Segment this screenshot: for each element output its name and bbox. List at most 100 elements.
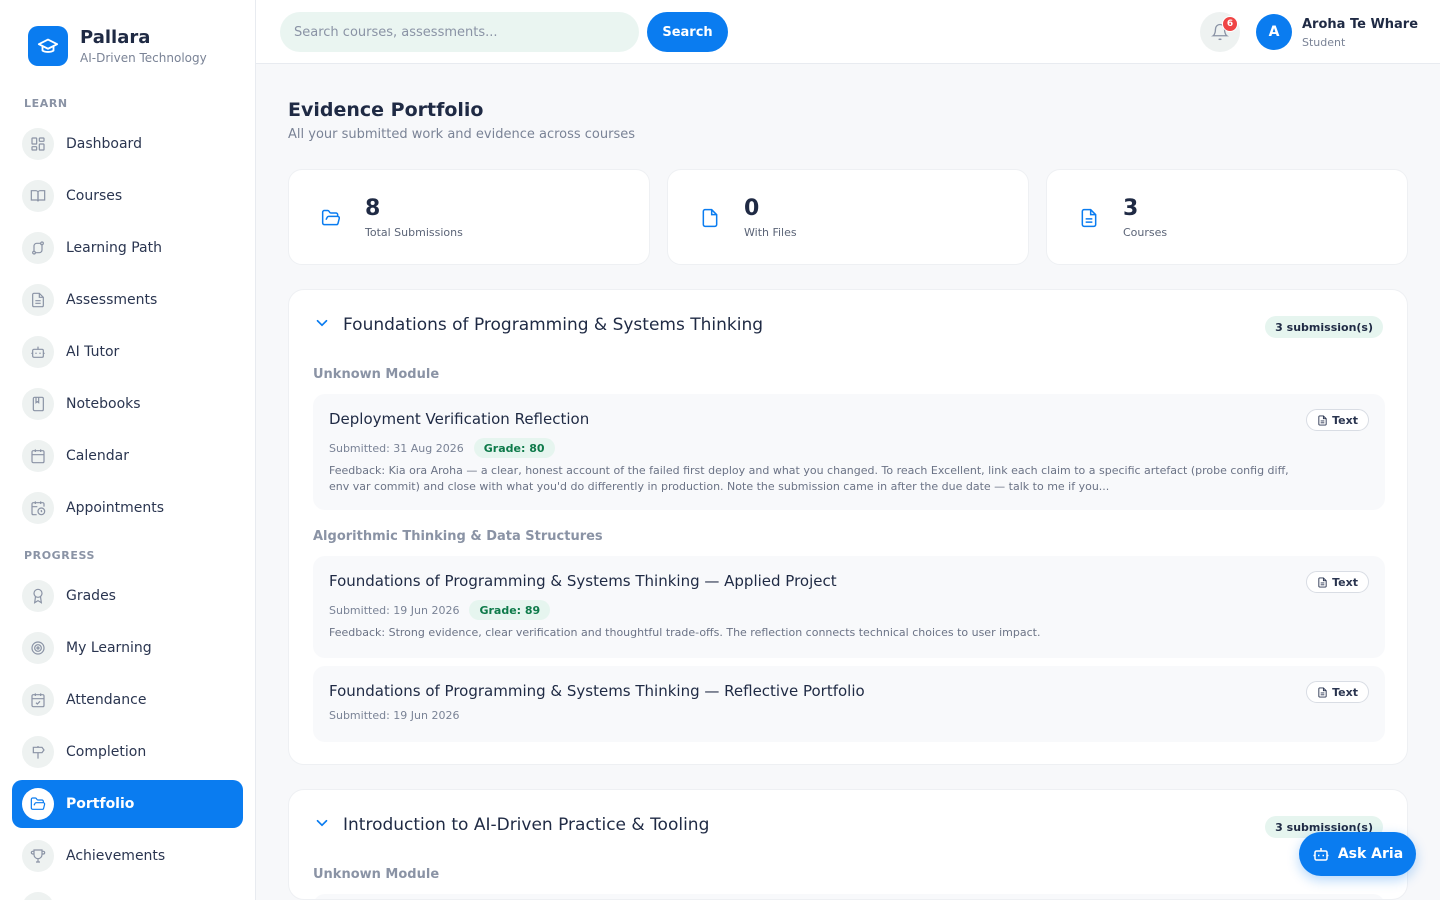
submission-title: Deployment Verification Reflection: [329, 410, 590, 428]
sidebar-item-label: Completion: [66, 744, 147, 760]
sidebar-item-attendance[interactable]: Attendance: [12, 676, 243, 724]
sidebar-item-label: AI Tutor: [66, 344, 120, 360]
grade-badge: Grade: 80: [473, 438, 555, 458]
notifications-button[interactable]: 6: [1200, 12, 1240, 52]
sidebar-item-label: Notebooks: [66, 396, 141, 412]
sidebar-item-learning-path[interactable]: Learning Path: [12, 224, 243, 272]
dashboard-icon: [22, 128, 54, 160]
sidebar-item-more[interactable]: [12, 884, 243, 900]
sidebar-item-label: Attendance: [66, 692, 147, 708]
nav-section-learn: LEARN: [24, 97, 68, 110]
sidebar-item-portfolio[interactable]: Portfolio: [12, 780, 243, 828]
award-icon: [22, 580, 54, 612]
sidebar-item-grades[interactable]: Grades: [12, 572, 243, 620]
stat-label: Courses: [1123, 226, 1168, 239]
stat-value: 0: [744, 196, 760, 221]
sidebar-item-ai-tutor[interactable]: AI Tutor: [12, 328, 243, 376]
brand[interactable]: Pallara AI-Driven Technology: [28, 26, 207, 66]
course-title: Foundations of Programming & Systems Thi…: [343, 315, 764, 335]
submission-feedback: Feedback: Strong evidence, clear verific…: [329, 626, 1041, 639]
submission-feedback: Feedback: Kia ora Aroha — a clear, hones…: [329, 464, 1289, 493]
stat-card-courses: 3 Courses: [1046, 169, 1408, 265]
calendar-check-icon: [22, 684, 54, 716]
book-icon: [22, 180, 54, 212]
type-label: Text: [1332, 413, 1358, 427]
stat-card-with-files: 0 With Files: [667, 169, 1029, 265]
sidebar-item-calendar[interactable]: Calendar: [12, 432, 243, 480]
submission-type-badge[interactable]: Text: [1306, 571, 1369, 593]
page-title: Evidence Portfolio: [288, 99, 484, 121]
stat-label: With Files: [744, 226, 797, 239]
page-subtitle: All your submitted work and evidence acr…: [288, 127, 636, 142]
folder-open-icon: [321, 208, 341, 232]
ask-aria-button[interactable]: Ask Aria: [1299, 832, 1416, 876]
ask-aria-label: Ask Aria: [1337, 846, 1404, 862]
sidebar-item-label: Dashboard: [66, 136, 142, 152]
course-section: Introduction to AI-Driven Practice & Too…: [288, 789, 1408, 900]
sidebar-item-notebooks[interactable]: Notebooks: [12, 380, 243, 428]
stat-card-total-submissions: 8 Total Submissions: [288, 169, 650, 265]
file-icon: [700, 208, 720, 232]
submission-type-badge[interactable]: Text: [1306, 681, 1369, 703]
course-title: Introduction to AI-Driven Practice & Too…: [343, 815, 710, 835]
notebook-icon: [22, 388, 54, 420]
submission-type-badge[interactable]: Text: [1306, 409, 1369, 431]
nav-icon: [22, 892, 54, 900]
sidebar-item-label: Appointments: [66, 500, 165, 516]
submission-item[interactable]: Deployment Verification Reflection Text …: [313, 394, 1385, 510]
file-text-icon: [1318, 686, 1327, 698]
trophy-icon: [22, 840, 54, 872]
course-section: Foundations of Programming & Systems Thi…: [288, 289, 1408, 765]
search-button[interactable]: Search: [647, 12, 728, 52]
stat-label: Total Submissions: [365, 226, 463, 239]
sidebar-item-appointments[interactable]: Appointments: [12, 484, 243, 532]
sidebar-item-label: My Learning: [66, 640, 152, 656]
stat-value: 3: [1123, 196, 1139, 221]
type-label: Text: [1332, 685, 1358, 699]
sidebar-item-label: Grades: [66, 588, 116, 604]
robot-icon: [1313, 848, 1329, 861]
grade-badge: Grade: 89: [469, 600, 551, 620]
file-text-icon: [1079, 208, 1099, 232]
submitted-date: Submitted: 19 Jun 2026: [329, 709, 460, 722]
search-input[interactable]: [280, 12, 639, 52]
file-text-icon: [1318, 576, 1327, 588]
user-menu[interactable]: A Aroha Te Whare Student: [1256, 14, 1418, 50]
brand-name: Pallara: [80, 27, 151, 48]
user-role: Student: [1302, 35, 1346, 49]
nav-section-progress: PROGRESS: [24, 549, 96, 562]
sidebar-item-label: Assessments: [66, 292, 158, 308]
sidebar-item-my-learning[interactable]: My Learning: [12, 624, 243, 672]
sidebar-item-label: Calendar: [66, 448, 129, 464]
calendar-clock-icon: [22, 492, 54, 524]
folder-open-icon: [22, 788, 54, 820]
course-toggle[interactable]: Foundations of Programming & Systems Thi…: [313, 314, 763, 336]
submission-item[interactable]: Foundations of Programming & Systems Thi…: [313, 666, 1385, 742]
file-text-icon: [1318, 414, 1327, 426]
course-toggle[interactable]: Introduction to AI-Driven Practice & Too…: [313, 814, 709, 836]
sidebar: Pallara AI-Driven Technology LEARN Dashb…: [0, 0, 256, 900]
sidebar-item-completion[interactable]: Completion: [12, 728, 243, 776]
chevron-down-icon: [313, 814, 331, 836]
stat-value: 8: [365, 196, 381, 221]
sidebar-item-label: Courses: [66, 188, 123, 204]
submission-item[interactable]: Foundations of Programming & Systems Thi…: [313, 556, 1385, 658]
type-label: Text: [1332, 575, 1358, 589]
sidebar-item-label: Learning Path: [66, 240, 162, 256]
user-name: Aroha Te Whare: [1302, 16, 1419, 32]
submitted-date: Submitted: 19 Jun 2026: [329, 603, 460, 617]
module-label: Unknown Module: [313, 367, 440, 382]
document-icon: [22, 284, 54, 316]
route-icon: [22, 232, 54, 264]
robot-icon: [22, 336, 54, 368]
topbar: Search 6 A Aroha Te Whare Student: [256, 0, 1440, 64]
avatar: A: [1256, 14, 1292, 50]
brand-subtitle: AI-Driven Technology: [80, 51, 207, 65]
submission-item[interactable]: [313, 894, 1385, 899]
module-label: Unknown Module: [313, 867, 440, 882]
sidebar-item-achievements[interactable]: Achievements: [12, 832, 243, 880]
sidebar-item-dashboard[interactable]: Dashboard: [12, 120, 243, 168]
target-icon: [22, 632, 54, 664]
sidebar-item-assessments[interactable]: Assessments: [12, 276, 243, 324]
sidebar-item-courses[interactable]: Courses: [12, 172, 243, 220]
